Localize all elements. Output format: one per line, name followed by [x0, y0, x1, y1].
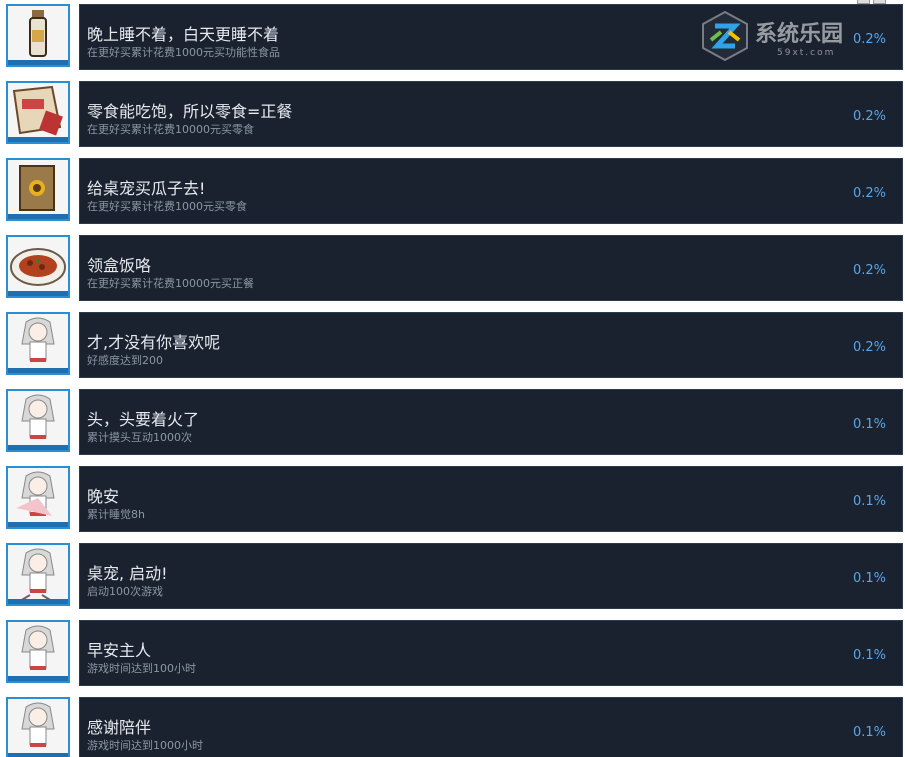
achievement-description: 累计摸头互动1000次 [87, 431, 192, 444]
achievement-description: 游戏时间达到100小时 [87, 662, 196, 675]
achievement-list: 晚上睡不着，白天更睡不着 在更好买累计花费1000元买功能性食品 0.2% 零食能吃饱… [6, 0, 903, 757]
achievement-title: 早安主人 [87, 641, 152, 660]
achievement-card: 领盒饭咯在更好买累计花费10000元买正餐 0.2% [79, 235, 903, 301]
achievement-row[interactable]: 头，头要着火了累计摸头互动1000次 0.1% [6, 389, 903, 456]
snack-bag-icon [6, 81, 70, 144]
window-controls [857, 0, 897, 4]
achievement-page: 晚上睡不着，白天更睡不着 在更好买累计花费1000元买功能性食品 0.2% 零食能吃饱… [0, 0, 905, 757]
achievement-row[interactable]: 感谢陪伴游戏时间达到1000小时 0.1% [6, 697, 903, 757]
unlock-percentage: 0.1% [852, 494, 886, 509]
unlock-percentage: 0.2% [852, 340, 886, 355]
achievement-title: 给桌宠买瓜子去! [87, 179, 206, 198]
achievement-title: 晚安 [87, 487, 120, 506]
achievement-title: 领盒饭咯 [87, 256, 152, 275]
pet-girl-shy-icon [6, 312, 70, 375]
unlock-percentage: 0.2% [852, 263, 886, 278]
achievement-card: 早安主人游戏时间达到100小时 0.1% [79, 620, 903, 686]
achievement-card: 头，头要着火了累计摸头互动1000次 0.1% [79, 389, 903, 455]
achievement-row[interactable]: 领盒饭咯在更好买累计花费10000元买正餐 0.2% [6, 235, 903, 302]
minimize-button[interactable] [857, 0, 870, 4]
achievement-card: 给桌宠买瓜子去! 在更好买累计花费1000元买零食 0.2% [79, 158, 903, 224]
unlock-percentage: 0.1% [852, 417, 886, 432]
achievement-description: 启动100次游戏 [87, 585, 163, 598]
achievement-row[interactable]: 零食能吃饱，所以零食=正餐在更好买累计花费10000元买零食 0.2% [6, 81, 903, 148]
achievement-description: 在更好买累计花费10000元买零食 [87, 123, 254, 136]
achievement-description: 累计睡觉8h [87, 508, 145, 521]
achievement-description: 在更好买累计花费10000元买正餐 [87, 277, 254, 290]
meal-plate-icon [6, 235, 70, 298]
achievement-description: 在更好买累计花费1000元买功能性食品 [87, 46, 280, 59]
achievement-card: 桌宠, 启动! 启动100次游戏 0.1% [79, 543, 903, 609]
watermark-subtext: 59xt.com [777, 48, 836, 58]
achievement-title: 才,才没有你喜欢呢 [87, 333, 221, 352]
achievement-row[interactable]: 给桌宠买瓜子去! 在更好买累计花费1000元买零食 0.2% [6, 158, 903, 225]
achievement-card: 零食能吃饱，所以零食=正餐在更好买累计花费10000元买零食 0.2% [79, 81, 903, 147]
unlock-percentage: 0.2% [852, 109, 886, 124]
achievement-row[interactable]: 才,才没有你喜欢呢好感度达到200 0.2% [6, 312, 903, 379]
achievement-title: 晚上睡不着，白天更睡不着 [87, 25, 280, 44]
achievement-description: 在更好买累计花费1000元买零食 [87, 200, 247, 213]
watermark-logo-icon [702, 10, 748, 62]
achievement-title: 零食能吃饱，所以零食=正餐 [87, 102, 293, 121]
sunflower-seeds-icon [6, 158, 70, 221]
pet-girl-morning-icon [6, 620, 70, 683]
achievement-description: 游戏时间达到1000小时 [87, 739, 203, 752]
achievement-title: 桌宠, 启动! [87, 564, 168, 583]
achievement-row[interactable]: 桌宠, 启动! 启动100次游戏 0.1% [6, 543, 903, 610]
watermark-text: 系统乐园 [755, 22, 844, 47]
pet-girl-thanks-icon [6, 697, 70, 757]
achievement-card: 感谢陪伴游戏时间达到1000小时 0.1% [79, 697, 903, 757]
unlock-percentage: 0.1% [852, 725, 886, 740]
achievement-title: 头，头要着火了 [87, 410, 200, 429]
watermark: 系统乐园 59xt.com [699, 10, 879, 66]
maximize-button[interactable] [873, 0, 886, 4]
achievement-card: 晚安累计睡觉8h 0.1% [79, 466, 903, 532]
achievement-card: 才,才没有你喜欢呢好感度达到200 0.2% [79, 312, 903, 378]
achievement-title: 感谢陪伴 [87, 718, 152, 737]
pet-girl-headpat-icon [6, 389, 70, 452]
unlock-percentage: 0.1% [852, 571, 886, 586]
unlock-percentage: 0.2% [852, 186, 886, 201]
bottle-icon [6, 4, 70, 67]
pet-girl-sleeping-icon [6, 466, 70, 529]
pet-girl-running-icon [6, 543, 70, 606]
achievement-description: 好感度达到200 [87, 354, 163, 367]
unlock-percentage: 0.1% [852, 648, 886, 663]
achievement-row[interactable]: 早安主人游戏时间达到100小时 0.1% [6, 620, 903, 687]
achievement-row[interactable]: 晚安累计睡觉8h 0.1% [6, 466, 903, 533]
